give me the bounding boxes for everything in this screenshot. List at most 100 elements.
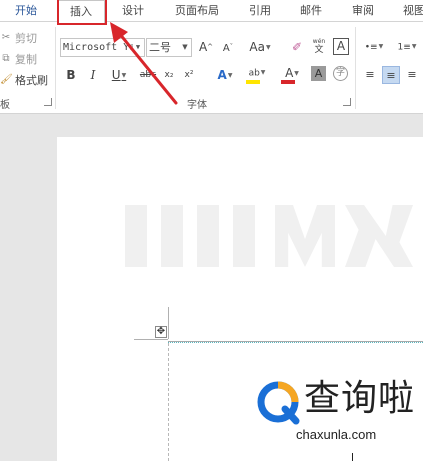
caret-down-icon: ˇ <box>229 43 234 51</box>
superscript-button[interactable]: x² <box>181 66 197 84</box>
font-dialog-launcher[interactable] <box>343 98 351 106</box>
font-color-swatch <box>281 80 295 84</box>
bullet-list-icon: •≡ <box>364 42 378 53</box>
subscript-button[interactable]: x₂ <box>161 66 177 84</box>
cut-button[interactable]: ✂ 剪切 <box>0 29 37 47</box>
table-left-border <box>168 343 169 461</box>
copy-label: 复制 <box>15 53 37 66</box>
copy-icon: ⧉ <box>2 53 10 64</box>
character-shading-label: A <box>314 67 323 80</box>
tab-design[interactable]: 设计 <box>113 0 153 22</box>
tab-home[interactable]: 开始 <box>0 0 52 22</box>
align-center-icon: ≡ <box>386 69 396 82</box>
font-name-combo[interactable]: Microsoft Ya ▼ <box>60 38 145 57</box>
tab-review[interactable]: 审阅 <box>343 0 383 22</box>
table-move-handle[interactable]: ✥ <box>155 326 167 338</box>
font-color-button[interactable]: A▼ <box>279 64 305 84</box>
shrink-font-button[interactable]: Aˇ <box>220 38 236 56</box>
character-border-button[interactable]: A <box>333 38 349 55</box>
superscript-label: x² <box>184 70 194 80</box>
italic-button[interactable]: I <box>86 66 100 84</box>
scissors-icon: ✂ <box>1 32 11 43</box>
change-case-button[interactable]: Aa▼ <box>247 38 273 56</box>
chevron-down-icon[interactable]: ▼ <box>180 39 190 56</box>
grow-font-label: A <box>198 40 208 54</box>
watermark-bar <box>197 205 219 267</box>
font-size-combo[interactable]: 二号 ▼ <box>146 38 192 57</box>
format-painter-label: 格式刷 <box>15 74 48 87</box>
eraser-icon: ✐ <box>291 40 303 54</box>
underline-button[interactable]: U▼ <box>108 66 130 84</box>
phonetic-guide-button[interactable]: wén 文 <box>310 37 328 55</box>
tab-references[interactable]: 引用 <box>240 0 280 22</box>
chevron-down-icon: ▼ <box>260 69 266 76</box>
crop-mark <box>134 339 168 340</box>
wen-character-icon: 文 <box>314 45 324 55</box>
align-right-icon: ≡ <box>407 68 417 81</box>
text-effects-label: A <box>217 68 227 82</box>
enclose-characters-button[interactable]: 字 <box>333 66 348 81</box>
chevron-down-icon: ▼ <box>227 71 233 79</box>
highlight-label: ab <box>248 68 260 79</box>
caret-up-icon: ^ <box>207 43 214 51</box>
clear-formatting-button[interactable]: ✐ <box>289 38 305 56</box>
numbered-list-icon: 1≡ <box>397 42 411 53</box>
text-cursor <box>352 453 353 461</box>
underline-label: U <box>111 68 121 82</box>
align-right-button[interactable]: ≡ <box>404 66 420 84</box>
font-group-label: 字体 <box>187 100 207 111</box>
tab-mailings[interactable]: 邮件 <box>291 0 331 22</box>
chevron-down-icon[interactable]: ▼ <box>133 39 143 56</box>
watermark-bar <box>233 205 255 267</box>
cut-label: 剪切 <box>15 32 37 45</box>
strikethrough-label: abc <box>139 70 157 80</box>
brand-url: chaxunla.com <box>296 427 377 442</box>
align-left-icon: ≡ <box>365 68 375 81</box>
group-separator <box>55 27 56 109</box>
brand-name: 查询啦 <box>304 378 416 419</box>
strikethrough-button[interactable]: abc <box>138 66 158 84</box>
align-left-button[interactable]: ≡ <box>362 66 378 84</box>
magnifier-logo-icon <box>257 381 300 425</box>
bold-label: B <box>66 68 76 82</box>
clipboard-group-label: 板 <box>0 100 10 111</box>
chevron-down-icon: ▼ <box>294 69 299 77</box>
format-painter-button[interactable]: 🖌 格式刷 <box>0 71 48 89</box>
insert-tab-highlight-box <box>57 0 107 25</box>
table-top-border <box>168 341 423 343</box>
font-size-value: 二号 <box>149 41 171 54</box>
group-separator <box>355 27 356 109</box>
italic-label: I <box>90 68 96 82</box>
tab-page-layout[interactable]: 页面布局 <box>165 0 229 22</box>
numbering-button[interactable]: 1≡▼ <box>394 38 420 56</box>
bold-button[interactable]: B <box>64 66 78 84</box>
subscript-label: x₂ <box>164 70 174 80</box>
clipboard-dialog-launcher[interactable] <box>44 98 52 106</box>
chevron-down-icon: ▼ <box>121 71 127 79</box>
text-effects-button[interactable]: A▼ <box>212 66 238 84</box>
move-icon: ✥ <box>156 326 166 337</box>
copy-button[interactable]: ⧉ 复制 <box>0 50 37 68</box>
document-canvas: ✥ 查询啦 chaxunla.com <box>0 115 423 461</box>
font-color-label: A <box>285 66 294 80</box>
tab-view[interactable]: 视图 <box>394 0 423 22</box>
highlight-color-swatch <box>246 80 260 84</box>
change-case-label: Aa <box>249 40 265 54</box>
chevron-down-icon: ▼ <box>411 43 417 50</box>
watermark-bar <box>125 205 147 267</box>
shrink-font-label: A <box>222 43 230 54</box>
chevron-down-icon: ▼ <box>378 43 384 50</box>
watermark-bar <box>161 205 183 267</box>
crop-mark <box>168 307 169 339</box>
chevron-down-icon: ▼ <box>265 43 271 51</box>
grow-font-button[interactable]: A^ <box>198 38 214 56</box>
font-name-value: Microsoft Ya <box>63 42 136 53</box>
enclose-characters-label: 字 <box>335 68 345 78</box>
ribbon-panel: ✂ 剪切 ⧉ 复制 🖌 格式刷 板 Microsoft Ya ▼ 二号 ▼ A^… <box>0 22 423 114</box>
highlight-color-button[interactable]: ab▼ <box>244 64 270 84</box>
character-border-label: A <box>336 39 346 53</box>
bullets-button[interactable]: •≡▼ <box>362 38 386 56</box>
align-center-button[interactable]: ≡ <box>382 66 400 84</box>
character-shading-button[interactable]: A <box>311 66 326 81</box>
paintbrush-icon: 🖌 <box>0 74 13 85</box>
